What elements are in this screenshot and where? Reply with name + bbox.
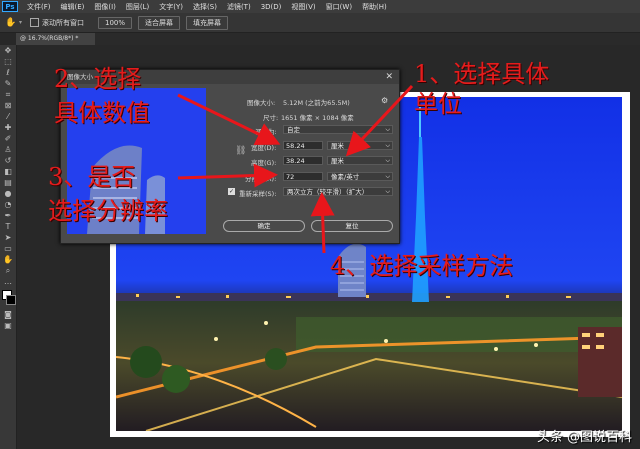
annotation-1-line2: 单位 xyxy=(414,90,462,118)
resolution-unit-value: 像素/英寸 xyxy=(331,173,360,181)
annotation-3-line2: 选择分辨率 xyxy=(48,197,168,225)
pen-tool-icon[interactable]: ✒ xyxy=(0,210,16,221)
annotation-2-line2: 具体数值 xyxy=(54,99,150,127)
height-unit-select[interactable]: 厘米 ⌵ xyxy=(327,156,393,165)
width-input[interactable]: 58.24 xyxy=(283,141,323,150)
dimensions-value: 1651 像素 × 1084 像素 xyxy=(281,114,354,122)
close-icon[interactable]: ✕ xyxy=(385,70,393,84)
menu-window[interactable]: 窗口(W) xyxy=(321,2,357,12)
width-unit-select[interactable]: 厘米 ⌵ xyxy=(327,141,393,150)
image-size-label: 图像大小: xyxy=(247,99,276,107)
scroll-all-checkbox[interactable] xyxy=(30,18,40,27)
constrain-proportions-link-icon[interactable]: ⛓ xyxy=(235,146,246,156)
watermark: 头条 @图说百科 xyxy=(536,430,632,445)
screen-mode-icon[interactable]: ▣ xyxy=(0,320,16,331)
more-tools-icon[interactable]: … xyxy=(0,276,16,287)
fit-screen-button[interactable]: 适合屏幕 xyxy=(138,15,181,30)
document-tab[interactable]: @ 16.7%(RGB/8*) * xyxy=(16,33,95,45)
zoom-tool-icon[interactable]: ⌕ xyxy=(0,265,16,276)
fit-to-label: 调整为: xyxy=(255,128,277,136)
quick-select-tool-icon[interactable]: ✎ xyxy=(0,78,16,89)
width-label: 宽度(D): xyxy=(251,144,277,152)
menu-bar: Ps 文件(F) 编辑(E) 图像(I) 图层(L) 文字(Y) 选择(S) 滤… xyxy=(0,0,640,13)
crop-tool-icon[interactable]: ⌗ xyxy=(0,89,16,100)
image-size-value: 5.12M (之前为65.5M) xyxy=(283,99,350,107)
resample-checkbox[interactable]: ✓ xyxy=(228,188,235,195)
chevron-down-icon: ⌵ xyxy=(385,142,390,149)
menu-image[interactable]: 图像(I) xyxy=(89,2,121,12)
document-tab-bar: @ 16.7%(RGB/8*) * xyxy=(16,33,640,45)
chevron-down-icon: ⌵ xyxy=(385,157,390,164)
height-label: 高度(G): xyxy=(251,159,277,167)
marquee-tool-icon[interactable]: ⬚ xyxy=(0,56,16,67)
color-swatches[interactable] xyxy=(0,287,16,309)
tool-preset-dropdown-icon[interactable]: ▾ xyxy=(19,19,22,26)
eyedropper-tool-icon[interactable]: ⁄ xyxy=(0,111,16,122)
menu-help[interactable]: 帮助(H) xyxy=(357,2,392,12)
move-tool-icon[interactable]: ✥ xyxy=(0,45,16,56)
menu-select[interactable]: 选择(S) xyxy=(188,2,222,12)
shape-tool-icon[interactable]: ▭ xyxy=(0,243,16,254)
menu-edit[interactable]: 编辑(E) xyxy=(56,2,90,12)
quick-mask-icon[interactable]: ◙ xyxy=(0,309,16,320)
resolution-unit-select[interactable]: 像素/英寸 ⌵ xyxy=(327,172,393,181)
menu-view[interactable]: 视图(V) xyxy=(286,2,320,12)
dimensions-label: 尺寸: xyxy=(263,114,279,122)
path-select-tool-icon[interactable]: ➤ xyxy=(0,232,16,243)
height-input[interactable]: 38.24 xyxy=(283,156,323,165)
blur-tool-icon[interactable]: ● xyxy=(0,188,16,199)
annotation-1-line1: 1、选择具体 xyxy=(414,60,550,88)
gradient-tool-icon[interactable]: ▤ xyxy=(0,177,16,188)
annotation-4: 4、选择采样方法 xyxy=(330,252,514,280)
ok-button[interactable]: 确定 xyxy=(223,220,305,232)
resolution-input[interactable]: 72 xyxy=(283,172,323,181)
photoshop-logo-icon: Ps xyxy=(2,1,18,12)
toolbox: ✥ ⬚ ℓ ✎ ⌗ ⊠ ⁄ ✚ ✐ ♙ ↺ ◧ ▤ ● ◔ ✒ T ➤ ▭ ✋ … xyxy=(0,45,17,449)
menu-type[interactable]: 文字(Y) xyxy=(154,2,188,12)
hand-tool-icon[interactable]: ✋ xyxy=(5,17,19,29)
resample-method-select[interactable]: 两次立方（较平滑）（扩大） ⌵ xyxy=(283,187,393,196)
fit-to-select[interactable]: 自定 ⌵ xyxy=(283,125,393,134)
healing-brush-tool-icon[interactable]: ✚ xyxy=(0,122,16,133)
height-unit-value: 厘米 xyxy=(331,157,344,165)
settings-gear-icon[interactable]: ⚙ xyxy=(381,96,388,105)
dodge-tool-icon[interactable]: ◔ xyxy=(0,199,16,210)
clone-stamp-tool-icon[interactable]: ♙ xyxy=(0,144,16,155)
zoom-100-button[interactable]: 100% xyxy=(98,16,133,29)
menu-filter[interactable]: 滤镜(T) xyxy=(222,2,256,12)
scroll-all-label: 滚动所有窗口 xyxy=(42,18,85,27)
menu-3d[interactable]: 3D(D) xyxy=(256,3,287,11)
annotation-3-line1: 3、是否 xyxy=(48,163,136,191)
width-unit-value: 厘米 xyxy=(331,142,344,150)
reset-button[interactable]: 复位 xyxy=(311,220,393,232)
fit-to-value: 自定 xyxy=(287,126,300,134)
hand-tool-icon-sidebar[interactable]: ✋ xyxy=(0,254,16,265)
resample-method-value: 两次立方（较平滑）（扩大） xyxy=(287,188,369,196)
chevron-down-icon: ⌵ xyxy=(385,188,390,195)
annotation-2-line1: 2、选择 xyxy=(54,65,142,93)
eraser-tool-icon[interactable]: ◧ xyxy=(0,166,16,177)
resample-label: 重新采样(S): xyxy=(239,190,277,198)
type-tool-icon[interactable]: T xyxy=(0,221,16,232)
chevron-down-icon: ⌵ xyxy=(385,126,390,133)
frame-tool-icon[interactable]: ⊠ xyxy=(0,100,16,111)
chevron-down-icon: ⌵ xyxy=(385,173,390,180)
resolution-label: 分辨率(R): xyxy=(245,175,277,183)
fill-screen-button[interactable]: 填充屏幕 xyxy=(186,15,229,30)
history-brush-tool-icon[interactable]: ↺ xyxy=(0,155,16,166)
menu-file[interactable]: 文件(F) xyxy=(22,2,56,12)
lasso-tool-icon[interactable]: ℓ xyxy=(0,67,16,78)
brush-tool-icon[interactable]: ✐ xyxy=(0,133,16,144)
options-bar: ✋ ▾ 滚动所有窗口 100% 适合屏幕 填充屏幕 xyxy=(0,13,640,33)
background-color-swatch[interactable] xyxy=(6,295,16,305)
menu-layer[interactable]: 图层(L) xyxy=(121,2,154,12)
